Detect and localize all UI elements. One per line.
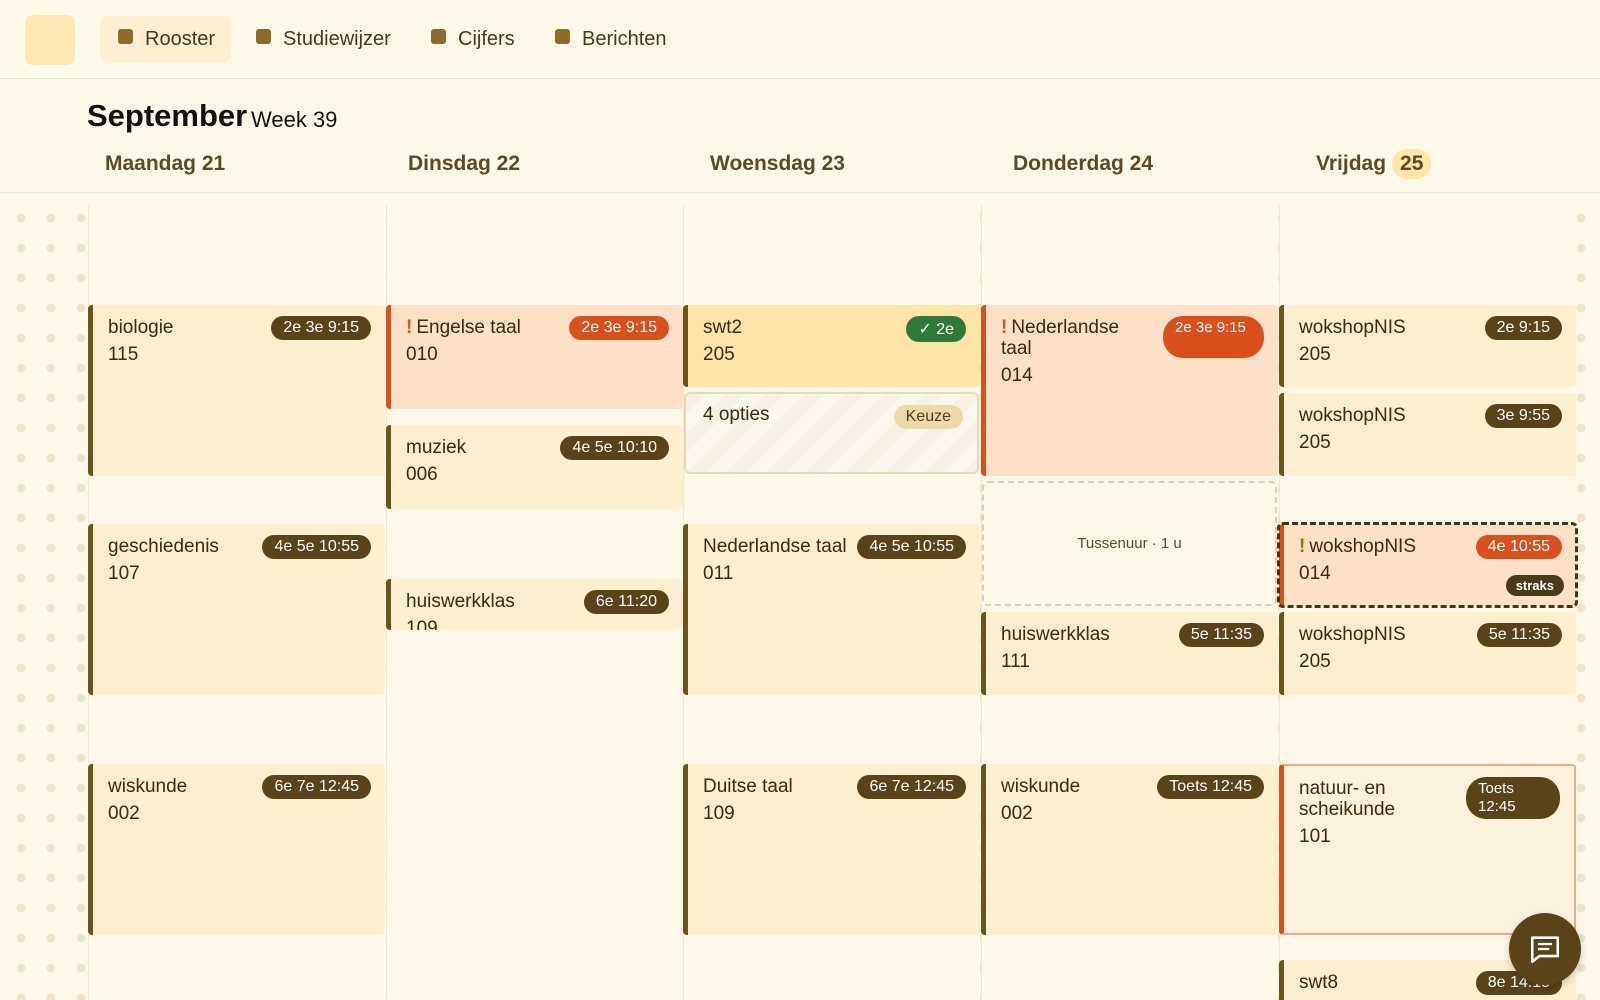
month-title: September [87,98,248,133]
alert-icon: ! [406,317,413,338]
free-period-label: Tussenuur · 1 u [1077,535,1182,552]
lesson-subject: Nederlandse taal [1001,317,1120,359]
lesson-time-badge: 2e 3e 9:15 [271,316,371,340]
day-header-friday: Vrijdag 25 [1316,149,1432,179]
lesson-subject: wokshopNIS [1309,536,1416,557]
day-name: Vrijdag [1316,152,1387,175]
nav-square-icon [555,28,570,44]
lesson-room: 109 [703,803,735,824]
lesson-room: 107 [108,563,140,584]
lesson-card[interactable]: huiswerkklas 109 6e 11:20 [386,579,683,630]
chat-icon [1530,936,1560,964]
lesson-time-badge: 2e 3e 9:15 [569,316,669,340]
choice-badge: Keuze [893,405,963,429]
test-badge: Toets 12:45 [1157,775,1264,799]
lesson-subject: natuur- en scheikunde [1299,778,1396,820]
lesson-subject-line: ! Nederlandse taal [1001,317,1151,359]
nav-label: Cijfers [458,27,515,50]
lesson-card[interactable]: Nederlandse taal 011 4e 5e 10:55 [683,524,980,695]
lesson-card-alert[interactable]: ! Nederlandse taal 014 2e 3e 9:15 [981,305,1278,476]
lesson-time-badge: 6e 7e 12:45 [857,775,966,799]
lesson-time-badge: 4e 5e 10:55 [857,535,966,559]
lesson-time-badge: 6e 7e 12:45 [262,775,371,799]
lesson-room: 109 [406,618,438,630]
nav-square-icon [431,28,446,44]
day-header-thursday: Donderdag 24 [1013,152,1153,176]
lesson-room: 006 [406,464,438,485]
day-header-wednesday: Woensdag 23 [710,152,845,176]
lesson-card-current[interactable]: ! wokshopNIS 014 4e 10:55 straks [1277,522,1578,608]
lesson-card[interactable]: huiswerkklas 111 5e 11:35 [981,612,1278,695]
lesson-card[interactable]: wiskunde 002 6e 7e 12:45 [88,764,385,935]
lesson-time-badge: 4e 5e 10:10 [560,436,669,460]
lesson-time-badge: 4e 10:55 [1475,535,1562,559]
choice-options-card[interactable]: 4 opties Keuze [684,392,979,474]
lesson-card[interactable]: wiskunde 002 Toets 12:45 [981,764,1278,935]
lesson-time-badge: 5e 11:35 [1476,623,1562,647]
lesson-room: 014 [1001,365,1033,386]
test-badge: Toets 12:45 [1466,777,1560,819]
lesson-room: 205 [1299,344,1331,365]
lesson-time-badge: 5e 11:35 [1178,623,1264,647]
week-label: Week 39 [251,107,338,132]
lesson-room: 115 [108,344,139,365]
lesson-card-test[interactable]: natuur- en scheikunde 101 Toets 12:45 [1279,764,1576,935]
today-badge: 25 [1392,149,1432,179]
lesson-room: 010 [406,344,438,365]
day-name: Donderdag 24 [1013,152,1154,175]
day-name: Dinsdag 22 [408,152,521,175]
lesson-subject: Engelse taal [416,317,521,338]
lesson-room: 205 [1299,651,1331,672]
lesson-card[interactable]: Duitse taal 109 6e 7e 12:45 [683,764,980,935]
day-header-tuesday: Dinsdag 22 [408,152,520,176]
lesson-time-badge: 4e 5e 10:55 [262,535,371,559]
lesson-card[interactable]: muziek 006 4e 5e 10:10 [386,425,683,509]
lesson-room: 002 [1001,803,1033,824]
lesson-room: 111 [1001,651,1030,672]
lesson-card-completed[interactable]: swt2 205 ✓ 2e [683,305,980,387]
alert-icon: ! [1299,536,1306,557]
nav-label: Berichten [582,27,667,50]
free-period: Tussenuur · 1 u [982,481,1277,606]
app-logo[interactable] [25,15,75,65]
lesson-time-badge: ✓ 2e [906,316,966,342]
chat-button[interactable] [1509,913,1581,985]
nav-cijfers[interactable]: Cijfers [413,16,531,62]
lesson-card[interactable]: wokshopNIS 205 2e 9:15 [1279,305,1576,387]
nav-label: Rooster [145,27,216,50]
lesson-card[interactable]: wokshopNIS 205 5e 11:35 [1279,612,1576,695]
lesson-room: 101 [1299,826,1331,847]
day-header-monday: Maandag 21 [105,152,225,176]
day-name: Woensdag 23 [710,152,845,175]
lesson-room: 011 [703,563,734,584]
lesson-room: 205 [703,344,735,365]
top-navigation: Rooster Studiewijzer Cijfers Berichten [0,0,1600,79]
day-name: Maandag 21 [105,152,226,175]
lesson-room: 205 [1299,432,1331,453]
lesson-time-badge: 3e 9:55 [1484,404,1562,428]
lesson-card-alert[interactable]: ! Engelse taal 010 2e 3e 9:15 [386,305,683,409]
nav-label: Studiewijzer [283,27,391,50]
nav-square-icon [118,28,133,44]
lesson-card[interactable]: geschiedenis 107 4e 5e 10:55 [88,524,385,695]
nav-rooster[interactable]: Rooster [100,16,232,62]
lesson-card[interactable]: wokshopNIS 205 3e 9:55 [1279,393,1576,476]
lesson-card[interactable]: biologie 115 2e 3e 9:15 [88,305,385,476]
lesson-time-badge: 6e 11:20 [583,590,669,614]
lesson-time-badge: 2e 9:15 [1484,316,1562,340]
lesson-time-badge: 2e 3e 9:15 [1163,316,1264,358]
nav-berichten[interactable]: Berichten [537,16,683,62]
nav-studiewijzer[interactable]: Studiewijzer [238,16,407,62]
nav-square-icon [256,28,271,44]
lesson-room: 002 [108,803,140,824]
soon-badge: straks [1505,575,1564,596]
alert-icon: ! [1001,317,1008,338]
